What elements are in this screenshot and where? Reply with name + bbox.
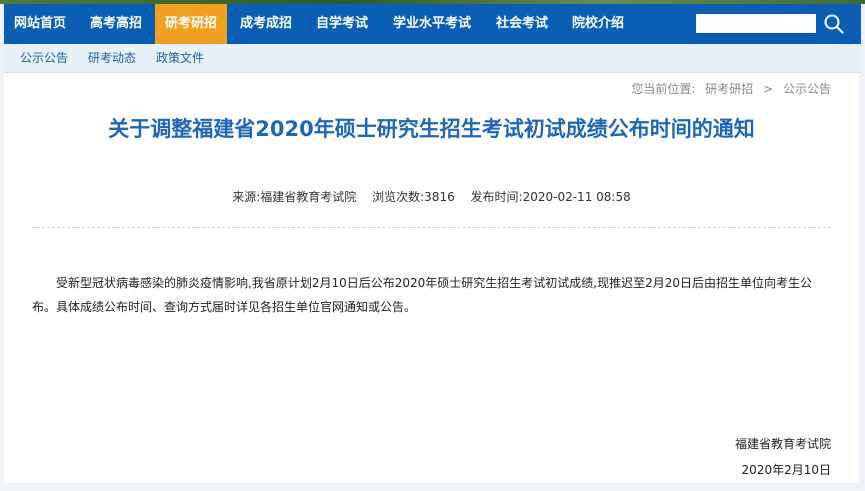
- breadcrumb-page-link[interactable]: 公示公告: [783, 82, 831, 96]
- article-meta: 来源:福建省教育考试院 浏览次数:3816 发布时间:2020-02-11 08…: [4, 188, 859, 205]
- nav-item-yuanxiao[interactable]: 院校介绍: [560, 4, 636, 44]
- nav-item-gaokao[interactable]: 高考高招: [78, 4, 154, 44]
- subnav-item-policies[interactable]: 政策文件: [156, 44, 204, 72]
- article-body: 受新型冠状病毒感染的肺炎疫情影响,我省原计划2月10日后公布2020年硕士研究生…: [32, 276, 812, 314]
- nav-item-chengkao[interactable]: 成考成招: [228, 4, 304, 44]
- article-signature: 福建省教育考试院 2020年2月10日: [735, 431, 831, 483]
- article-view-count: 浏览次数:3816: [372, 190, 455, 204]
- breadcrumb: 您当前位置: 研考研招 > 公示公告: [625, 80, 831, 97]
- search-icon: [824, 14, 844, 34]
- search-input[interactable]: [696, 14, 816, 33]
- search-button[interactable]: [822, 12, 846, 36]
- nav-item-xueye[interactable]: 学业水平考试: [380, 4, 484, 44]
- main-navbar: 网站首页 高考高招 研考研招 成考成招 自学考试 学业水平考试 社会考试 院校介…: [4, 4, 861, 44]
- article-panel: 您当前位置: 研考研招 > 公示公告 关于调整福建省2020年硕士研究生招生考试…: [4, 73, 859, 483]
- sub-navigation: 公示公告 研考动态 政策文件: [4, 44, 861, 73]
- nav-item-yankao[interactable]: 研考研招: [155, 4, 227, 44]
- breadcrumb-prefix: 您当前位置:: [631, 82, 696, 96]
- breadcrumb-separator: >: [763, 82, 774, 96]
- subnav-item-notices[interactable]: 公示公告: [20, 44, 68, 72]
- signature-organization: 福建省教育考试院: [734, 437, 831, 451]
- nav-item-shehui[interactable]: 社会考试: [484, 4, 560, 44]
- subnav-item-news[interactable]: 研考动态: [88, 44, 136, 72]
- article-source: 来源:福建省教育考试院: [232, 190, 357, 204]
- article-publish-time: 发布时间:2020-02-11 08:58: [470, 190, 631, 204]
- signature-date: 2020年2月10日: [741, 463, 831, 477]
- article-title: 关于调整福建省2020年硕士研究生招生考试初试成绩公布时间的通知: [108, 117, 755, 141]
- meta-divider: [32, 227, 831, 228]
- breadcrumb-section-link[interactable]: 研考研招: [705, 82, 753, 96]
- nav-item-home[interactable]: 网站首页: [4, 4, 76, 44]
- nav-item-zixue[interactable]: 自学考试: [304, 4, 380, 44]
